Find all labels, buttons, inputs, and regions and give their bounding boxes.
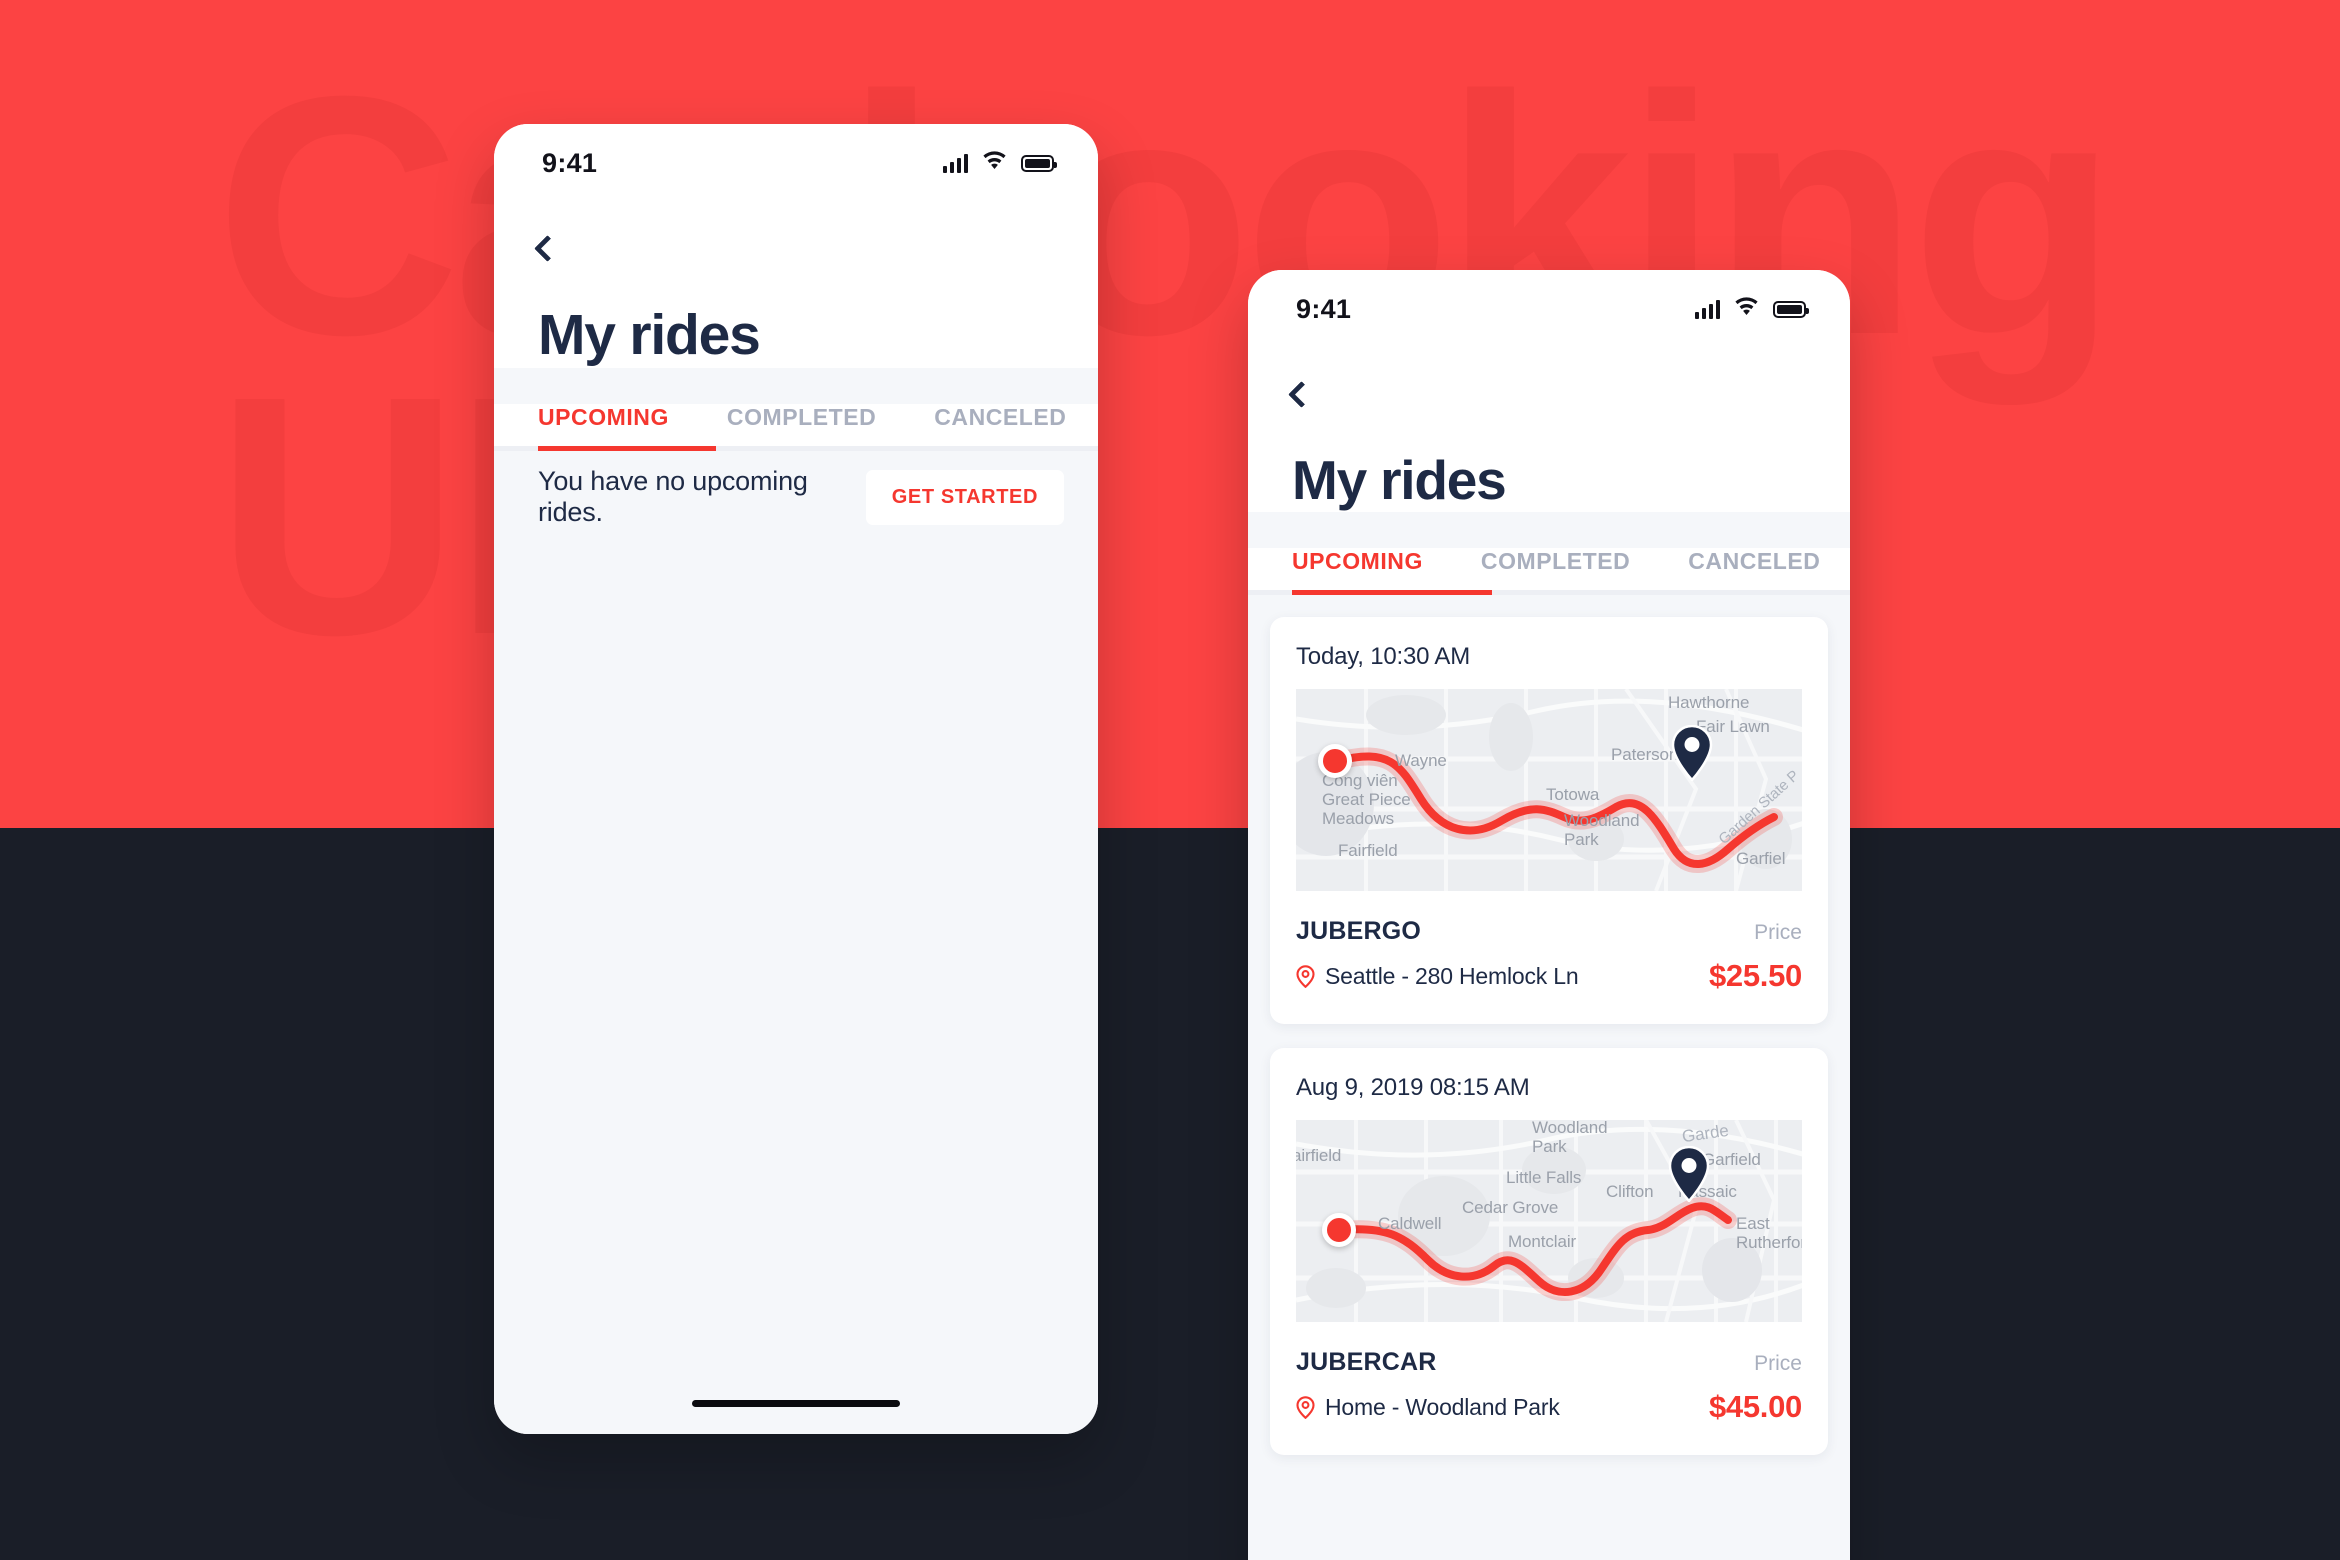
map-label: Little Falls [1506,1168,1582,1187]
map-label: Montclair [1508,1232,1577,1251]
status-bar: 9:41 [1248,270,1850,348]
tab-bar-left: UPCOMING COMPLETED CANCELED [494,404,1098,451]
tab-active-underline [538,446,716,451]
back-button[interactable] [1288,370,1340,418]
battery-icon [1773,300,1809,318]
status-bar-icons [943,151,1057,175]
map-label: Garfiel [1736,849,1786,868]
ride-price: $45.00 [1708,1389,1802,1424]
map-label: Wayne [1395,751,1447,770]
empty-state-message: You have no upcoming rides. [538,466,808,527]
price-label: Price [1754,1352,1802,1375]
tab-upcoming[interactable]: UPCOMING [1292,548,1423,595]
app-header-left: My rides [494,202,1098,368]
ride-header-row: JUBERCAR Price [1296,1348,1802,1377]
ride-address-text: Seattle - 280 Hemlock Ln [1325,962,1579,989]
status-bar-time: 9:41 [1296,293,1352,324]
route-map-preview[interactable]: Woodland Park Garde Garfield airfield Lit… [1296,1120,1802,1322]
status-bar-time: 9:41 [542,147,598,178]
empty-state-banner: You have no upcoming rides. GET STARTED [494,451,1098,543]
home-indicator[interactable] [692,1400,900,1407]
origin-dot [1318,744,1352,778]
page-title: My rides [538,303,761,367]
ride-address-row: Seattle - 280 Hemlock Ln $25.50 [1296,958,1802,994]
battery-icon [1021,154,1057,172]
ride-price: $25.50 [1708,958,1802,993]
page-title: My rides [1292,449,1507,511]
cellular-signal-icon [943,153,968,173]
ride-datetime: Today, 10:30 AM [1296,643,1471,670]
wifi-icon [1734,297,1759,321]
ride-details: JUBERCAR Price Home - Woodland Park $45.… [1296,1348,1802,1425]
tab-completed[interactable]: COMPLETED [727,404,876,451]
map-label: Clifton [1606,1182,1654,1201]
map-label: East Rutherfor [1736,1214,1802,1253]
status-bar: 9:41 [494,124,1098,202]
map-label: Woodland Park [1532,1120,1608,1157]
ride-list: Today, 10:30 AM Hawthorne Fair Lawn Wayn… [1248,595,1850,1554]
ride-header-row: JUBERGO Price [1296,917,1802,946]
phone-mockup-right: 9:41 My rides UPCOMING COMPLETED CANCELE… [1248,270,1850,1560]
price-label: Price [1754,921,1802,944]
ride-service-name: JUBERGO [1296,917,1422,945]
destination-pin [1671,725,1713,781]
background-red-panel [0,0,2340,828]
origin-dot [1322,1213,1356,1247]
tab-upcoming[interactable]: UPCOMING [538,404,669,451]
chevron-left-icon [534,234,561,262]
app-screen-left: 9:41 My rides UPCOMING COMPLETED CANCELE… [494,124,1098,1434]
home-indicator-area [494,1388,1098,1434]
map-label: Hawthorne [1668,693,1750,712]
cellular-signal-icon [1695,299,1720,319]
ride-address-row: Home - Woodland Park $45.00 [1296,1389,1802,1425]
ride-datetime: Aug 9, 2019 08:15 AM [1296,1074,1530,1101]
tab-bar-right: UPCOMING COMPLETED CANCELED [1248,548,1850,595]
route-map-preview[interactable]: Hawthorne Fair Lawn Wayne Paterson Công … [1296,689,1802,891]
ride-address-text: Home - Woodland Park [1325,1393,1560,1420]
map-label: Công viên Great Piece Meadows [1322,771,1411,829]
ride-card[interactable]: Today, 10:30 AM Hawthorne Fair Lawn Wayn… [1270,617,1828,1024]
app-screen-right: 9:41 My rides UPCOMING COMPLETED CANCELE… [1248,270,1850,1560]
map-label: Fairfield [1338,841,1398,860]
phone-mockup-left: 9:41 My rides UPCOMING COMPLETED CANCELE… [494,124,1098,1434]
ride-address: Seattle - 280 Hemlock Ln [1296,962,1579,990]
map-label: Paterson [1611,745,1679,764]
destination-pin [1668,1146,1710,1202]
back-button[interactable] [534,224,586,272]
map-label: airfield [1296,1146,1342,1165]
tab-active-underline [1292,590,1492,595]
map-label: Caldwell [1378,1214,1442,1233]
tab-completed[interactable]: COMPLETED [1481,548,1630,595]
get-started-button[interactable]: GET STARTED [865,469,1064,525]
ride-details: JUBERGO Price Seattle - 280 Hemlock Ln $… [1296,917,1802,994]
map-label: Woodland Park [1564,811,1640,850]
background-dark-panel [0,828,2340,1560]
empty-content-area [494,543,1098,1388]
map-pin-icon [1296,964,1315,988]
map-label: Cedar Grove [1462,1198,1559,1217]
map-label: Totowa [1546,785,1600,804]
map-pin-icon [1296,1395,1315,1419]
app-header-right: My rides [1248,348,1850,512]
home-indicator-area [1248,1554,1850,1560]
status-bar-icons [1695,297,1809,321]
ride-address: Home - Woodland Park [1296,1394,1560,1421]
ride-card[interactable]: Aug 9, 2019 08:15 AM Woodland Park Garde… [1270,1048,1828,1455]
tab-canceled[interactable]: CANCELED [1688,548,1820,595]
tab-canceled[interactable]: CANCELED [934,404,1066,451]
ride-service-name: JUBERCAR [1296,1348,1437,1376]
map-label: Garfield [1702,1150,1761,1169]
chevron-left-icon [1288,380,1315,408]
wifi-icon [982,151,1007,175]
